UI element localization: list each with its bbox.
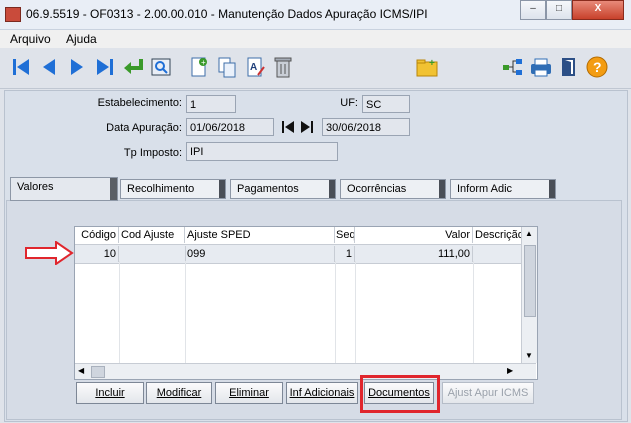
svg-text:+: + [201,58,206,67]
first-date-icon[interactable] [280,119,296,135]
eliminar-label: Eliminar [229,387,269,399]
svg-text:A: A [250,62,257,73]
data-apuracao-end-field[interactable]: 30/06/2018 [322,118,410,136]
maximize-button[interactable]: □ [546,0,572,20]
grid-col-line [119,261,186,363]
col-header-ajuste-sped[interactable]: Ajuste SPED [185,227,335,243]
incluir-button[interactable]: Incluir [76,382,144,404]
ajust-apur-icms-button: Ajust Apur ICMS [442,382,534,404]
app-icon [5,7,21,22]
horizontal-scrollbar[interactable]: ◀ ▶ [75,363,536,379]
modificar-label: Modificar [156,387,202,399]
grid-col-line [355,261,474,363]
printer-icon[interactable] [528,54,554,80]
window-title: 06.9.5519 - OF0313 - 2.00.00.010 - Manut… [26,7,428,21]
tab-pagamentos[interactable]: Pagamentos [230,179,336,199]
scroll-thumb[interactable] [524,245,536,317]
last-date-icon[interactable] [299,119,315,135]
col-header-cod-ajuste[interactable]: Cod Ajuste [119,227,185,243]
tab-valores[interactable]: Valores [10,177,118,201]
zoom-icon[interactable] [148,54,174,80]
col-header-codigo[interactable]: Código [75,227,119,243]
cell-valor: 111,00 [355,246,473,262]
exit-door-icon[interactable] [556,54,582,80]
svg-text:+: + [429,58,435,69]
uf-label: UF: [340,97,358,109]
scroll-up-icon[interactable]: ▲ [524,229,534,239]
incluir-label: Incluir [95,387,125,399]
vertical-scrollbar[interactable]: ▲ ▼ [521,227,537,363]
cell-cod-ajuste [119,246,186,262]
tp-imposto-field[interactable]: IPI [186,142,338,161]
svg-text:?: ? [593,59,602,75]
tab-recolhimento[interactable]: Recolhimento [120,179,226,199]
highlight-arrow-icon [24,240,74,266]
menu-bar: Arquivo Ajuda [0,30,631,48]
return-arrow-icon[interactable] [120,54,146,80]
tree-icon[interactable] [500,54,526,80]
last-record-icon[interactable] [92,54,118,80]
first-record-icon[interactable] [8,54,34,80]
trash-icon[interactable] [270,54,296,80]
cell-seq: 1 [335,246,355,262]
col-header-seq[interactable]: Seq [335,227,355,243]
documentos-button[interactable]: Documentos [364,382,434,404]
inf-adicionais-button[interactable]: Inf Adicionais [286,382,358,404]
uf-field[interactable]: SC [362,95,410,113]
menu-arquivo[interactable]: Arquivo [10,32,51,46]
tab-inform-adic[interactable]: Inform Adic [450,179,556,199]
col-header-descricao[interactable]: Descrição [473,227,521,243]
next-record-icon[interactable] [64,54,90,80]
toolbar: + A + ? [0,48,631,89]
scroll-right-icon[interactable]: ▶ [507,366,513,375]
hscroll-thumb[interactable] [91,366,105,378]
scroll-down-icon[interactable]: ▼ [524,351,534,361]
cell-descricao [473,246,521,262]
folder-add-icon[interactable]: + [414,54,440,80]
minimize-button[interactable]: – [520,0,546,20]
copy-icon[interactable] [214,54,240,80]
edit-icon[interactable]: A [242,54,268,80]
ajustes-grid: Código Cod Ajuste Ajuste SPED Seq Valor … [74,226,538,380]
title-bar: 06.9.5519 - OF0313 - 2.00.00.010 - Manut… [0,0,631,30]
new-document-icon[interactable]: + [186,54,212,80]
estabelecimento-field[interactable]: 1 [186,95,236,113]
data-apuracao-start-field[interactable]: 01/06/2018 [186,118,274,136]
tp-imposto-label: Tp Imposto: [123,147,182,159]
scroll-left-icon[interactable]: ◀ [78,366,84,375]
grid-col-line [335,261,356,363]
help-icon[interactable]: ? [584,54,610,80]
cell-codigo: 10 [75,246,119,262]
close-button[interactable]: X [572,0,624,20]
documentos-label: Documentos [368,387,430,399]
inf-adicionais-label: Inf Adicionais [289,387,355,399]
tab-ocorrencias[interactable]: Ocorrências [340,179,446,199]
prev-record-icon[interactable] [36,54,62,80]
estabelecimento-label: Estabelecimento: [97,97,182,109]
grid-col-line [185,261,336,363]
col-header-valor[interactable]: Valor [355,227,473,243]
grid-col-line [75,261,120,363]
modificar-button[interactable]: Modificar [146,382,212,404]
menu-ajuda[interactable]: Ajuda [66,32,97,46]
cell-ajuste-sped: 099 [185,246,335,262]
data-apuracao-label: Data Apuração: [106,122,182,134]
eliminar-button[interactable]: Eliminar [215,382,283,404]
